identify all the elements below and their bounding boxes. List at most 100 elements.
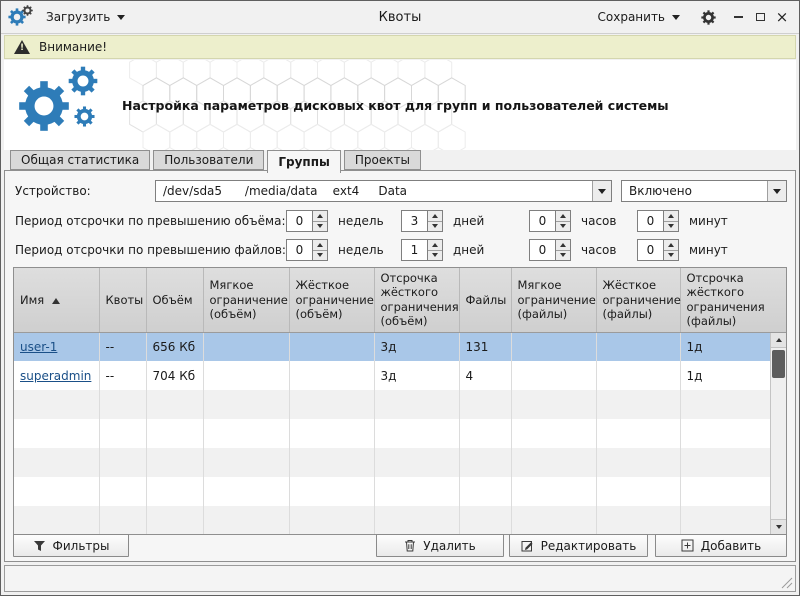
table-row-empty[interactable] — [14, 419, 786, 448]
unit-label: часов — [581, 214, 616, 228]
edit-button-label: Редактировать — [541, 539, 637, 553]
scroll-down-button[interactable] — [771, 519, 786, 534]
status-bar — [4, 565, 796, 592]
minimize-button[interactable] — [727, 7, 749, 27]
files-days-spinner[interactable]: 1 — [401, 239, 443, 261]
filters-button[interactable]: Фильтры — [13, 534, 129, 557]
volume-weeks-spinner[interactable]: 0 — [286, 210, 328, 232]
volume-minutes-spinner[interactable]: 0 — [637, 210, 679, 232]
column-header-hard-limit-volume[interactable]: Жёсткое ограничение (объём) — [289, 268, 374, 332]
files-minutes-spinner[interactable]: 0 — [637, 239, 679, 261]
load-menu-label: Загрузить — [46, 10, 110, 24]
gear-icon — [701, 10, 716, 25]
spinner-down-button[interactable] — [556, 251, 570, 261]
chevron-down-icon — [773, 189, 781, 194]
resize-grip[interactable] — [781, 577, 793, 589]
gear-icon — [22, 5, 33, 16]
edit-button[interactable]: Редактировать — [509, 534, 648, 557]
device-combobox[interactable]: /dev/sda5 /media/data ext4 Data — [155, 180, 612, 202]
column-header-quotas[interactable]: Квоты — [99, 268, 146, 332]
column-header-files[interactable]: Файлы — [459, 268, 511, 332]
grace-volume-label: Период отсрочки по превышению объёма: — [15, 214, 286, 228]
spinner-down-button[interactable] — [664, 251, 678, 261]
column-header-soft-limit-files[interactable]: Мягкое ограничение (файлы) — [511, 268, 596, 332]
scroll-up-button[interactable] — [771, 333, 786, 348]
edit-icon — [521, 539, 534, 552]
table-row[interactable]: user-1 -- 656 Кб 3д 131 1д — [14, 332, 786, 361]
plus-icon — [681, 539, 694, 552]
save-menu-label: Сохранить — [598, 10, 666, 24]
spinner-down-button[interactable] — [313, 222, 327, 232]
maximize-icon — [756, 13, 765, 21]
unit-label: минут — [689, 243, 728, 257]
state-dropdown-button[interactable] — [767, 181, 786, 201]
table-row-empty[interactable] — [14, 448, 786, 477]
spinner-up-button[interactable] — [664, 211, 678, 222]
column-header-soft-limit-volume[interactable]: Мягкое ограничение (объём) — [203, 268, 289, 332]
column-header-name[interactable]: Имя — [14, 268, 99, 332]
group-link[interactable]: user-1 — [20, 340, 57, 354]
scroll-thumb[interactable] — [772, 350, 785, 378]
device-dropdown-button[interactable] — [592, 181, 611, 201]
spinner-down-button[interactable] — [664, 222, 678, 232]
unit-label: недель — [338, 243, 384, 257]
spinner-down-button[interactable] — [428, 222, 442, 232]
column-header-hard-limit-files[interactable]: Жёсткое ограничение (файлы) — [596, 268, 680, 332]
spinner-up-button[interactable] — [428, 211, 442, 222]
column-header-grace-files[interactable]: Отсрочка жёсткого ограничения (файлы) — [680, 268, 786, 332]
app-logo — [18, 66, 122, 146]
table-row-empty[interactable] — [14, 390, 786, 419]
load-menu-button[interactable]: Загрузить — [37, 6, 134, 28]
tab-groups[interactable]: Группы — [267, 150, 341, 173]
quota-table-body: user-1 -- 656 Кб 3д 131 1д superadmin -- — [14, 332, 786, 535]
vertical-scrollbar[interactable] — [770, 333, 786, 534]
volume-hours-spinner[interactable]: 0 — [529, 210, 571, 232]
delete-button-label: Удалить — [423, 539, 476, 553]
tab-pane: Устройство: /dev/sda5 /media/data ext4 D… — [4, 170, 796, 562]
close-button[interactable]: × — [771, 7, 793, 27]
tab-projects[interactable]: Проекты — [344, 150, 421, 170]
triangle-up-icon — [432, 214, 438, 218]
group-link[interactable]: superadmin — [20, 369, 91, 383]
spinner-value: 0 — [637, 239, 664, 261]
chevron-down-icon — [672, 15, 680, 20]
quota-state-combobox[interactable]: Включено — [621, 180, 787, 202]
tab-general-statistics[interactable]: Общая статистика — [10, 150, 150, 170]
table-row-empty[interactable] — [14, 506, 786, 535]
spinner-up-button[interactable] — [556, 211, 570, 222]
table-row-empty[interactable] — [14, 477, 786, 506]
gear-icon — [18, 80, 70, 132]
spinner-up-button[interactable] — [313, 240, 327, 251]
triangle-up-icon — [776, 338, 782, 342]
spinner-up-button[interactable] — [428, 240, 442, 251]
spinner-up-button[interactable] — [556, 240, 570, 251]
files-weeks-spinner[interactable]: 0 — [286, 239, 328, 261]
warning-text: Внимание! — [39, 40, 107, 54]
triangle-down-icon — [432, 253, 438, 257]
gear-icon — [74, 106, 95, 127]
save-menu-button[interactable]: Сохранить — [589, 6, 690, 28]
table-header-row: Имя Квоты Объём Мягкое ограничение (объё… — [14, 268, 786, 332]
tab-bar: Общая статистика Пользователи Группы Про… — [10, 150, 424, 173]
volume-days-spinner[interactable]: 3 — [401, 210, 443, 232]
spinner-value: 0 — [286, 210, 313, 232]
maximize-button[interactable] — [749, 7, 771, 27]
spinner-up-button[interactable] — [313, 211, 327, 222]
spinner-down-button[interactable] — [556, 222, 570, 232]
add-button[interactable]: Добавить — [655, 534, 787, 557]
table-row[interactable]: superadmin -- 704 Кб 3д 4 1д — [14, 361, 786, 390]
spinner-value: 0 — [529, 239, 556, 261]
column-header-grace-volume[interactable]: Отсрочка жёсткого ограничения (объём) — [374, 268, 459, 332]
files-hours-spinner[interactable]: 0 — [529, 239, 571, 261]
column-header-volume[interactable]: Объём — [146, 268, 203, 332]
triangle-up-icon — [668, 243, 674, 247]
warning-icon — [14, 40, 30, 54]
settings-button[interactable] — [697, 6, 719, 28]
spinner-up-button[interactable] — [664, 240, 678, 251]
triangle-up-icon — [432, 243, 438, 247]
delete-button[interactable]: Удалить — [376, 534, 504, 557]
tab-users[interactable]: Пользователи — [153, 150, 264, 170]
spinner-down-button[interactable] — [313, 251, 327, 261]
chevron-down-icon — [117, 15, 125, 20]
spinner-down-button[interactable] — [428, 251, 442, 261]
